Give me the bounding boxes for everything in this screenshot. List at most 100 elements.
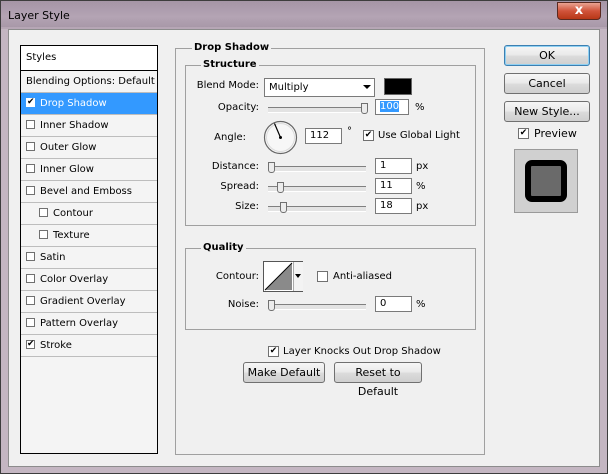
- style-checkbox[interactable]: [39, 230, 48, 239]
- check-icon: ✔: [364, 130, 373, 140]
- angle-dial-icon: [263, 120, 298, 155]
- style-item-pattern-overlay[interactable]: Pattern Overlay: [21, 313, 157, 335]
- contour-picker[interactable]: [263, 261, 303, 292]
- reset-to-default-button[interactable]: Reset to Default: [334, 362, 422, 398]
- style-item-stroke[interactable]: ✔ Stroke: [21, 335, 157, 357]
- noise-value: 0: [380, 298, 387, 309]
- styles-header[interactable]: Styles: [21, 46, 157, 71]
- style-item-label: Stroke: [40, 340, 72, 351]
- reset-to-default-label: Reset to Default: [355, 366, 401, 398]
- spread-slider-thumb[interactable]: [277, 182, 284, 193]
- angle-dial[interactable]: [263, 120, 298, 155]
- close-icon: x: [574, 3, 584, 18]
- style-checkbox[interactable]: [26, 318, 35, 327]
- knocks-out-checkbox[interactable]: ✔: [268, 346, 279, 357]
- check-icon: ✔: [27, 339, 35, 349]
- style-preview: [514, 149, 578, 213]
- contour-label: Contour:: [215, 271, 259, 282]
- angle-value: 112: [310, 130, 330, 141]
- distance-label: Distance:: [211, 161, 259, 172]
- size-label: Size:: [235, 201, 259, 212]
- style-item-label: Satin: [40, 252, 66, 263]
- close-button[interactable]: x: [557, 2, 601, 20]
- style-item-label: Inner Shadow: [40, 120, 109, 131]
- size-slider[interactable]: [268, 202, 366, 213]
- style-checkbox[interactable]: [26, 274, 35, 283]
- style-checkbox[interactable]: ✔: [26, 98, 35, 107]
- blend-mode-select[interactable]: Multiply: [264, 78, 375, 97]
- make-default-button[interactable]: Make Default: [243, 362, 325, 383]
- style-item-inner-glow[interactable]: Inner Glow: [21, 159, 157, 181]
- ok-button[interactable]: OK: [504, 45, 590, 66]
- blend-mode-label: Blend Mode:: [196, 80, 259, 91]
- style-item-color-overlay[interactable]: Color Overlay: [21, 269, 157, 291]
- size-slider-thumb[interactable]: [280, 202, 287, 213]
- angle-unit: °: [347, 126, 352, 137]
- layer-style-window: Layer Style x Styles Blending Options: D…: [0, 0, 608, 474]
- dialog-client-area: Styles Blending Options: Default ✔ Drop S…: [8, 29, 600, 467]
- style-checkbox[interactable]: ✔: [26, 340, 35, 349]
- blending-options-item[interactable]: Blending Options: Default: [21, 71, 157, 93]
- distance-slider[interactable]: [268, 162, 366, 173]
- style-item-drop-shadow[interactable]: ✔ Drop Shadow: [21, 93, 157, 115]
- anti-aliased-checkbox[interactable]: [317, 271, 328, 282]
- spread-slider[interactable]: [268, 182, 366, 193]
- style-item-label: Bevel and Emboss: [40, 186, 132, 197]
- style-item-inner-shadow[interactable]: Inner Shadow: [21, 115, 157, 137]
- chevron-down-icon: [295, 274, 301, 278]
- window-title: Layer Style: [8, 9, 70, 22]
- noise-input[interactable]: 0: [375, 296, 412, 312]
- distance-slider-thumb[interactable]: [268, 162, 275, 173]
- spread-input[interactable]: 11: [375, 178, 412, 194]
- style-item-texture[interactable]: Texture: [21, 225, 157, 247]
- style-checkbox[interactable]: [26, 296, 35, 305]
- styles-header-label: Styles: [26, 52, 57, 63]
- shadow-color-swatch[interactable]: [384, 78, 412, 95]
- style-item-bevel-and-emboss[interactable]: Bevel and Emboss: [21, 181, 157, 203]
- style-item-satin[interactable]: Satin: [21, 247, 157, 269]
- angle-input[interactable]: 112: [305, 128, 342, 144]
- preview-checkbox[interactable]: ✔: [518, 128, 529, 139]
- style-item-gradient-overlay[interactable]: Gradient Overlay: [21, 291, 157, 313]
- spread-unit: %: [416, 181, 426, 192]
- preview-label: Preview: [534, 127, 577, 140]
- style-checkbox[interactable]: [26, 164, 35, 173]
- distance-value: 1: [380, 160, 387, 171]
- noise-slider[interactable]: [268, 300, 366, 311]
- quality-group: Quality Contour: Anti-aliased Noise: 0 %: [185, 242, 476, 330]
- opacity-slider-thumb[interactable]: [361, 103, 368, 114]
- title-bar[interactable]: Layer Style x: [1, 1, 607, 27]
- knocks-out-label: Layer Knocks Out Drop Shadow: [283, 346, 441, 357]
- drop-shadow-title: Drop Shadow: [192, 42, 272, 53]
- chevron-down-icon: [363, 85, 371, 89]
- style-checkbox[interactable]: [39, 208, 48, 217]
- style-checkbox[interactable]: [26, 252, 35, 261]
- style-item-contour[interactable]: Contour: [21, 203, 157, 225]
- style-item-label: Color Overlay: [40, 274, 109, 285]
- style-checkbox[interactable]: [26, 120, 35, 129]
- cancel-button[interactable]: Cancel: [504, 73, 590, 94]
- distance-input[interactable]: 1: [375, 158, 412, 174]
- opacity-input[interactable]: 100: [375, 99, 409, 115]
- blending-options-label: Blending Options: Default: [26, 76, 155, 87]
- blend-mode-value: Multiply: [269, 82, 309, 93]
- noise-label: Noise:: [227, 299, 259, 310]
- opacity-value: 100: [380, 101, 400, 112]
- noise-slider-thumb[interactable]: [268, 300, 275, 311]
- quality-title: Quality: [201, 242, 246, 253]
- contour-dropdown[interactable]: [293, 262, 303, 291]
- check-icon: ✔: [269, 346, 278, 356]
- style-checkbox[interactable]: [26, 142, 35, 151]
- opacity-label: Opacity:: [217, 102, 259, 113]
- style-item-label: Contour: [53, 208, 93, 219]
- structure-group: Structure Blend Mode: Multiply Opacity: …: [185, 59, 476, 226]
- style-checkbox[interactable]: [26, 186, 35, 195]
- use-global-light-checkbox[interactable]: ✔: [363, 130, 374, 141]
- angle-label: Angle:: [214, 132, 246, 143]
- style-item-outer-glow[interactable]: Outer Glow: [21, 137, 157, 159]
- new-style-button[interactable]: New Style...: [504, 101, 590, 122]
- style-item-label: Gradient Overlay: [40, 296, 126, 307]
- opacity-slider[interactable]: [268, 103, 368, 114]
- style-item-label: Inner Glow: [40, 164, 94, 175]
- size-input[interactable]: 18: [375, 198, 412, 214]
